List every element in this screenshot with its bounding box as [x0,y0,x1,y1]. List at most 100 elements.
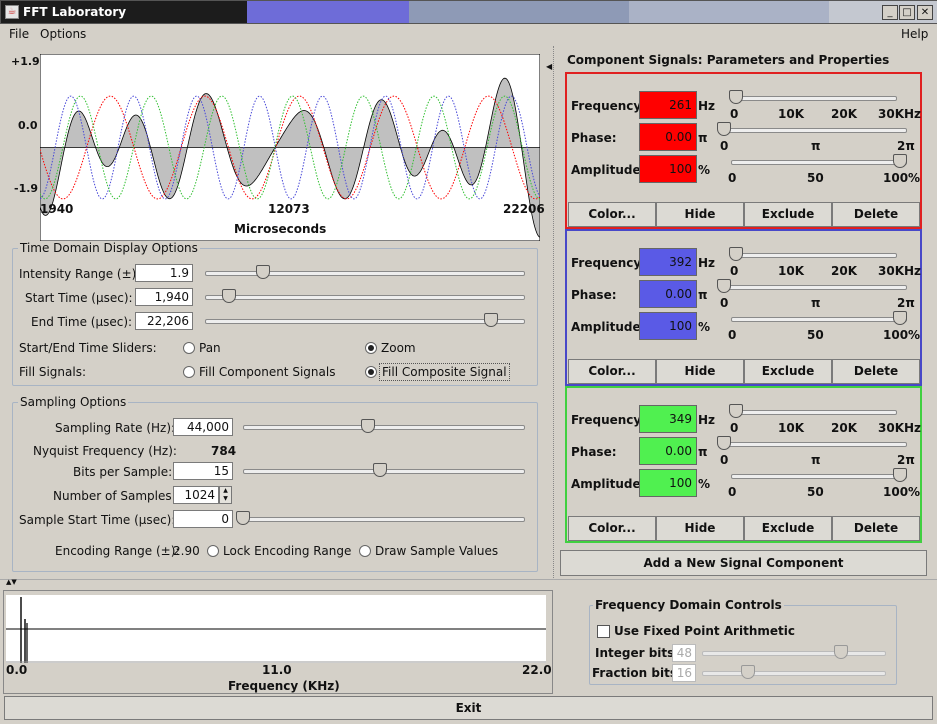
phase-field[interactable]: 0.00 [639,280,697,308]
pan-label[interactable]: Pan [199,341,221,355]
sample-start-field[interactable]: 0 [173,510,233,528]
hide-button[interactable]: Hide [656,359,744,384]
end-time-field[interactable]: 22,206 [135,312,193,330]
exclude-button[interactable]: Exclude [744,359,832,384]
phase-slider-thumb[interactable] [717,436,731,450]
vertical-splitter[interactable] [553,46,557,578]
amplitude-slider-track[interactable] [731,160,907,165]
amplitude-field[interactable]: 100 [639,312,697,340]
intensity-range-field[interactable]: 1.9 [135,264,193,282]
y-max-label: +1.9 [11,55,40,68]
end-time-slider-track[interactable] [205,319,525,324]
phase-slider-track[interactable] [725,128,907,133]
sample-start-slider-track[interactable] [243,517,525,522]
amplitude-slider-thumb[interactable] [893,468,907,482]
draw-samples-radio[interactable] [359,545,371,557]
intensity-range-slider-track[interactable] [205,271,525,276]
phase-field[interactable]: 0.00 [639,123,697,151]
frequency-slider-thumb[interactable] [729,90,743,104]
start-time-field[interactable]: 1,940 [135,288,193,306]
zoom-label[interactable]: Zoom [381,341,416,355]
fill-composite-radio[interactable] [365,366,377,378]
amplitude-slider-thumb[interactable] [893,154,907,168]
phase-slider-track[interactable] [725,442,907,447]
sample-start-slider-thumb[interactable] [236,511,250,525]
color-button[interactable]: Color... [568,516,656,541]
fixed-point-checkbox[interactable] [597,625,610,638]
fixed-point-label[interactable]: Use Fixed Point Arithmetic [614,624,795,638]
menu-help[interactable]: Help [901,27,928,41]
integer-bits-slider-thumb[interactable] [834,645,848,659]
number-of-samples-field[interactable]: 1024 [173,486,219,504]
sampling-rate-slider-thumb[interactable] [361,419,375,433]
lock-encoding-radio[interactable] [207,545,219,557]
exclude-button[interactable]: Exclude [744,202,832,227]
frequency-field[interactable]: 392 [639,248,697,276]
fill-component-radio[interactable] [183,366,195,378]
exclude-button[interactable]: Exclude [744,516,832,541]
amplitude-slider-track[interactable] [731,317,907,322]
frequency-slider-thumb[interactable] [729,404,743,418]
close-button[interactable]: ✕ [917,5,933,20]
delete-button[interactable]: Delete [832,202,920,227]
frequency-field[interactable]: 261 [639,91,697,119]
frequency-domain-plot[interactable] [6,595,546,663]
fraction-bits-slider-track[interactable] [702,671,886,676]
collapse-arrow-icon[interactable]: ◀ [546,62,552,71]
color-button[interactable]: Color... [568,359,656,384]
start-time-slider-track[interactable] [205,295,525,300]
delete-button[interactable]: Delete [832,359,920,384]
fraction-bits-field[interactable]: 16 [672,664,696,682]
fill-composite-label[interactable]: Fill Composite Signal [379,363,510,381]
fill-component-label[interactable]: Fill Component Signals [199,365,335,379]
title-bar[interactable]: ☕ FFT Laboratory _ □ ✕ [0,0,937,24]
integer-bits-field[interactable]: 48 [672,644,696,662]
freq-tick: 10K [778,264,804,278]
y-min-label: -1.9 [14,182,39,195]
bits-slider-thumb[interactable] [373,463,387,477]
frequency-slider-thumb[interactable] [729,247,743,261]
frequency-slider-track[interactable] [735,410,897,415]
sampling-rate-slider-track[interactable] [243,425,525,430]
phase-slider-thumb[interactable] [717,122,731,136]
hide-button[interactable]: Hide [656,516,744,541]
amplitude-field[interactable]: 100 [639,469,697,497]
add-signal-component-button[interactable]: Add a New Signal Component [560,550,927,576]
delete-button[interactable]: Delete [832,516,920,541]
frequency-slider-track[interactable] [735,253,897,258]
draw-samples-label[interactable]: Draw Sample Values [375,544,498,558]
sampling-rate-field[interactable]: 44,000 [173,418,233,436]
phase-field[interactable]: 0.00 [639,437,697,465]
menu-options[interactable]: Options [40,27,86,41]
amplitude-slider-thumb[interactable] [893,311,907,325]
integer-bits-slider-track[interactable] [702,651,886,656]
horizontal-splitter[interactable]: ▲▼ [0,578,937,586]
pan-radio[interactable] [183,342,195,354]
maximize-button[interactable]: □ [899,5,915,20]
start-time-slider-thumb[interactable] [222,289,236,303]
title-bar-highlight-segment [247,1,409,23]
phase-slider-thumb[interactable] [717,279,731,293]
menu-file[interactable]: File [9,27,29,41]
frequency-field[interactable]: 349 [639,405,697,433]
freq-tick: 0 [730,264,739,278]
phase-slider-track[interactable] [725,285,907,290]
color-button[interactable]: Color... [568,202,656,227]
frequency-slider-track[interactable] [735,96,897,101]
minimize-button[interactable]: _ [882,5,898,20]
lock-encoding-label[interactable]: Lock Encoding Range [223,544,351,558]
amplitude-slider-track[interactable] [731,474,907,479]
end-time-slider-thumb[interactable] [484,313,498,327]
samples-spinner[interactable]: ▲ ▼ [219,486,232,504]
bits-per-sample-field[interactable]: 15 [173,462,233,480]
intensity-range-slider-thumb[interactable] [256,265,270,279]
amplitude-field[interactable]: 100 [639,155,697,183]
zoom-radio[interactable] [365,342,377,354]
pi-unit: π [698,288,708,302]
splitter-arrows-icon[interactable]: ▲▼ [6,578,17,586]
hide-button[interactable]: Hide [656,202,744,227]
phase-tick: 0 [720,453,729,467]
phase-tick: 0 [720,139,729,153]
fraction-bits-slider-thumb[interactable] [741,665,755,679]
exit-button[interactable]: Exit [4,696,933,720]
